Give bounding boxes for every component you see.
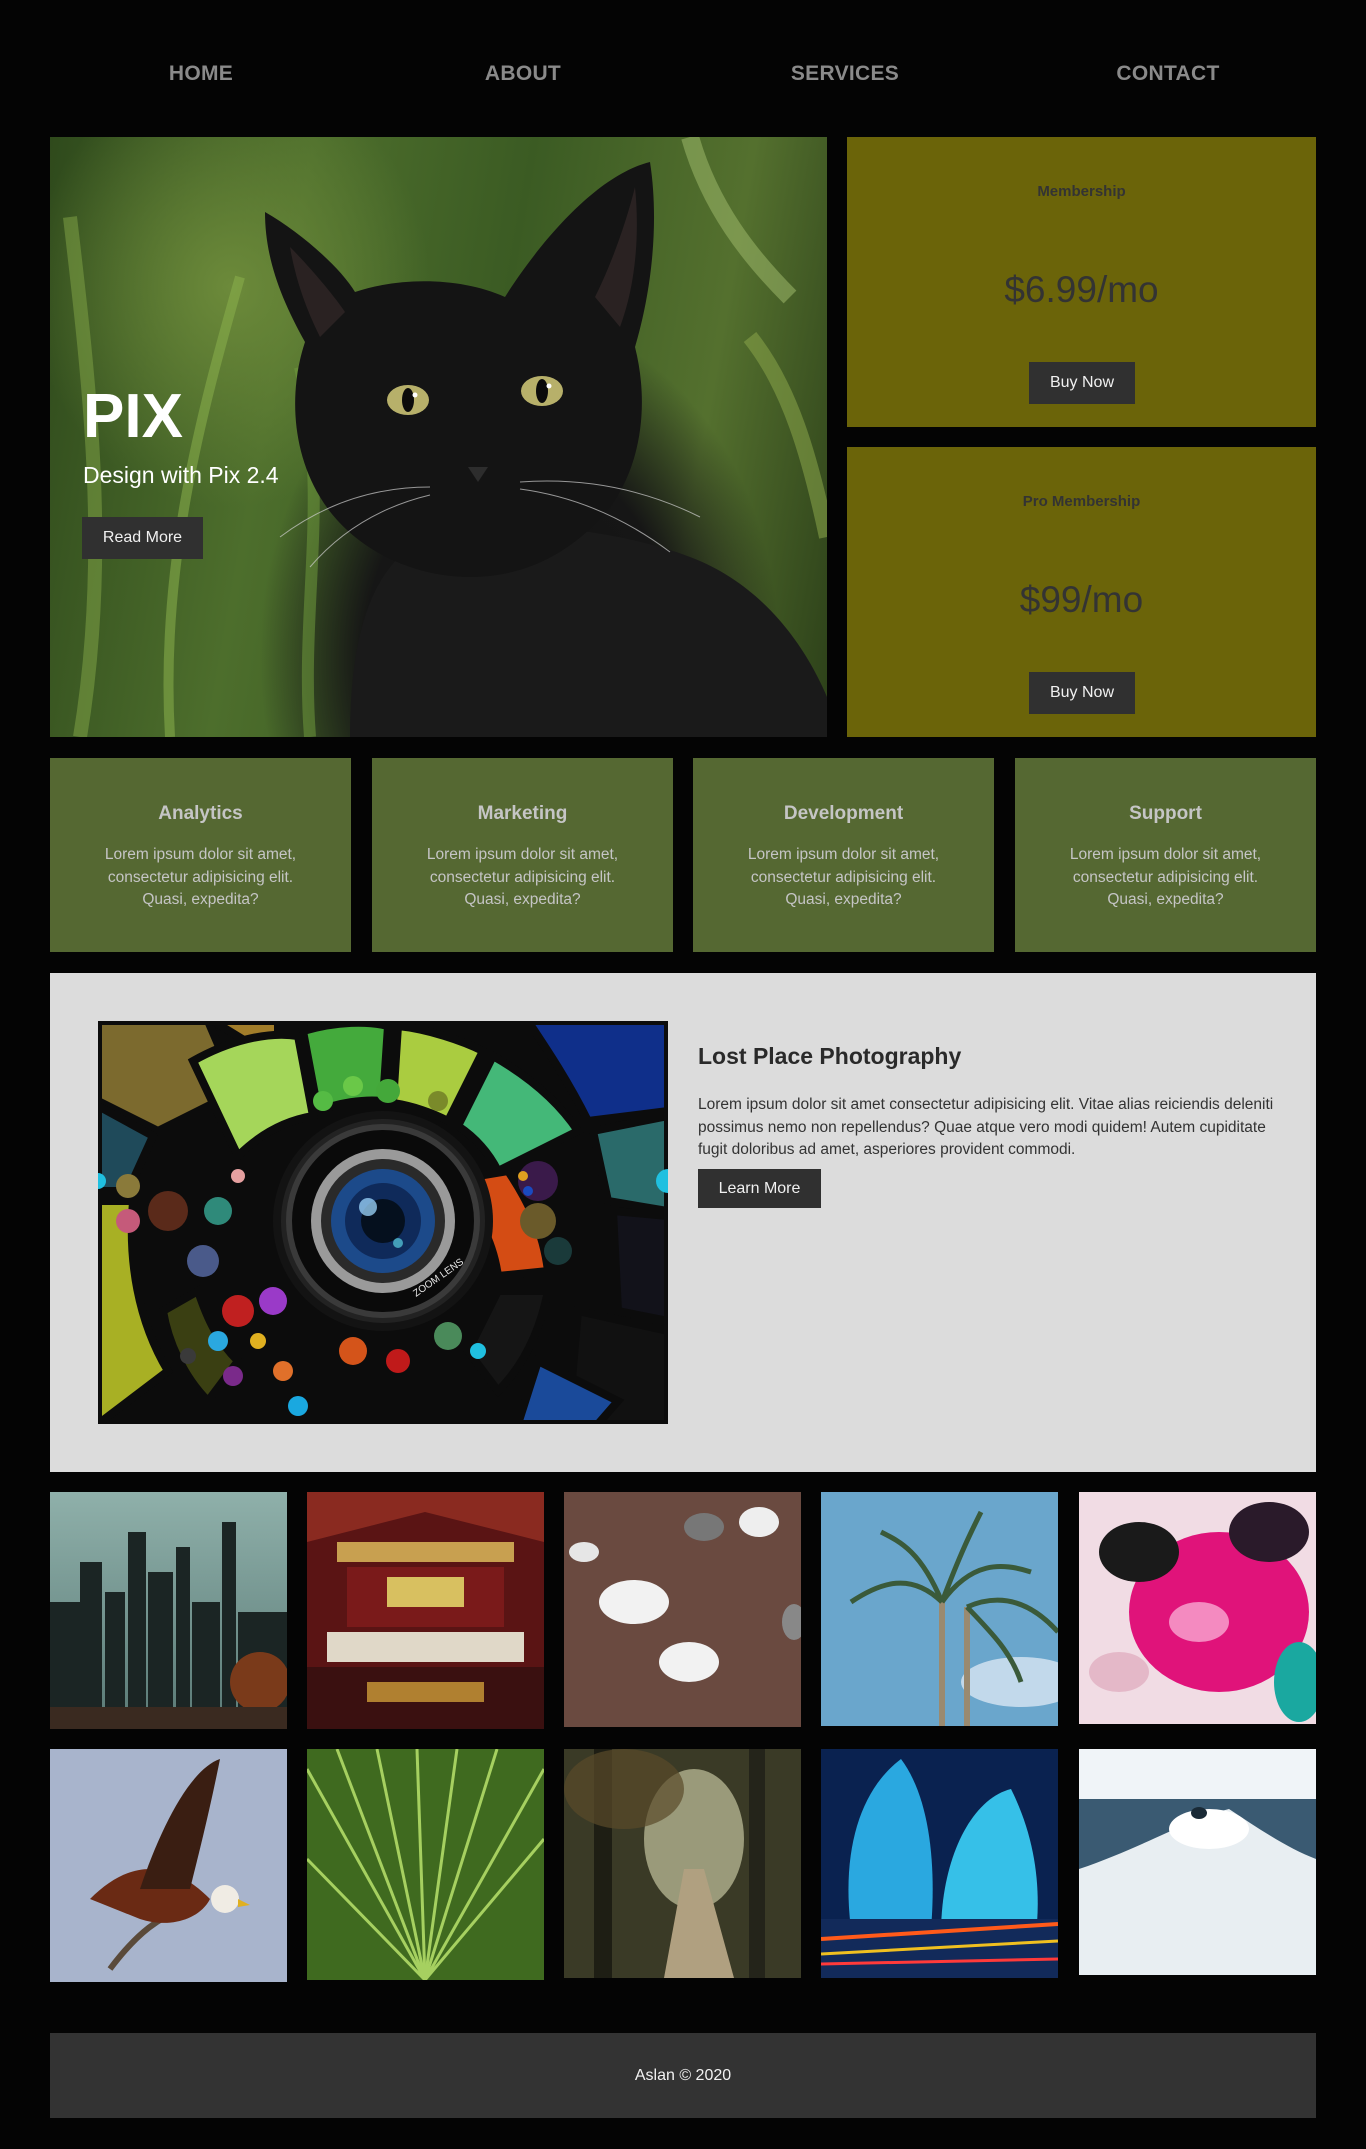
nav-about-link[interactable]: ABOUT: [402, 0, 644, 148]
feature-title: Lost Place Photography: [698, 1043, 962, 1069]
service-text: Lorem ipsum dolor sit amet, consectetur …: [104, 846, 297, 908]
service-text: Lorem ipsum dolor sit amet, consectetur …: [1069, 846, 1262, 908]
gallery-photo-glass-towers[interactable]: [821, 1749, 1058, 1978]
gallery-photo-gannets[interactable]: [564, 1492, 801, 1727]
gallery-photo-forest-path[interactable]: [564, 1749, 801, 1978]
read-more-button[interactable]: Read More: [82, 517, 203, 559]
nav-home-link[interactable]: HOME: [0, 0, 402, 148]
service-text: Lorem ipsum dolor sit amet, consectetur …: [747, 846, 940, 908]
footer: Aslan © 2020: [50, 2033, 1316, 2118]
footer-copyright: Aslan © 2020: [634, 2067, 732, 2084]
feature-section: ZOOM LENS Lost Place Photography Lorem i…: [50, 973, 1316, 1472]
feature-text: Lorem ipsum dolor sit amet consectetur a…: [698, 1096, 1274, 1158]
learn-more-button[interactable]: Learn More: [698, 1169, 821, 1208]
gallery-photo-pink-abstract[interactable]: [1079, 1492, 1316, 1724]
gallery-photo-palm-leaf[interactable]: [307, 1749, 544, 1980]
camera-lens-image: ZOOM LENS: [98, 1021, 668, 1424]
pricing-plan-name: Membership: [1037, 183, 1126, 200]
hero-subtitle: Design with Pix 2.4: [83, 462, 279, 488]
gallery-photo-palm-trees[interactable]: [821, 1492, 1058, 1726]
service-text: Lorem ipsum dolor sit amet, consectetur …: [426, 846, 619, 908]
pricing-card-pro-membership: Pro Membership $99/mo Buy Now: [847, 447, 1316, 737]
buy-now-button[interactable]: Buy Now: [1029, 672, 1135, 714]
gallery-photo-city-skyline[interactable]: [50, 1492, 287, 1729]
service-title: Marketing: [477, 803, 568, 824]
service-card-analytics: Analytics Lorem ipsum dolor sit amet, co…: [50, 758, 351, 952]
service-card-marketing: Marketing Lorem ipsum dolor sit amet, co…: [372, 758, 673, 952]
gallery-photo-temple[interactable]: [307, 1492, 544, 1729]
service-title: Analytics: [158, 803, 243, 824]
pricing-plan-price: $6.99/mo: [1004, 269, 1159, 310]
pricing-plan-price: $99/mo: [1019, 579, 1144, 620]
nav-services-link[interactable]: SERVICES: [644, 0, 1046, 148]
service-card-support: Support Lorem ipsum dolor sit amet, cons…: [1015, 758, 1316, 952]
buy-now-button[interactable]: Buy Now: [1029, 362, 1135, 404]
gallery-photo-ocean-wave[interactable]: [1079, 1749, 1316, 1975]
services-section: Analytics Lorem ipsum dolor sit amet, co…: [50, 758, 1316, 952]
pricing-plan-name: Pro Membership: [1022, 493, 1141, 510]
service-title: Development: [783, 803, 904, 824]
nav-contact-link[interactable]: CONTACT: [1046, 0, 1290, 148]
hero-banner: PIX Design with Pix 2.4 Read More: [50, 137, 827, 737]
service-title: Support: [1129, 803, 1202, 824]
service-card-development: Development Lorem ipsum dolor sit amet, …: [693, 758, 994, 952]
hero-title: PIX: [83, 382, 183, 451]
pricing-card-membership: Membership $6.99/mo Buy Now: [847, 137, 1316, 427]
gallery-photo-eagle[interactable]: [50, 1749, 287, 1982]
main-nav: HOME ABOUT SERVICES CONTACT: [0, 0, 1366, 148]
